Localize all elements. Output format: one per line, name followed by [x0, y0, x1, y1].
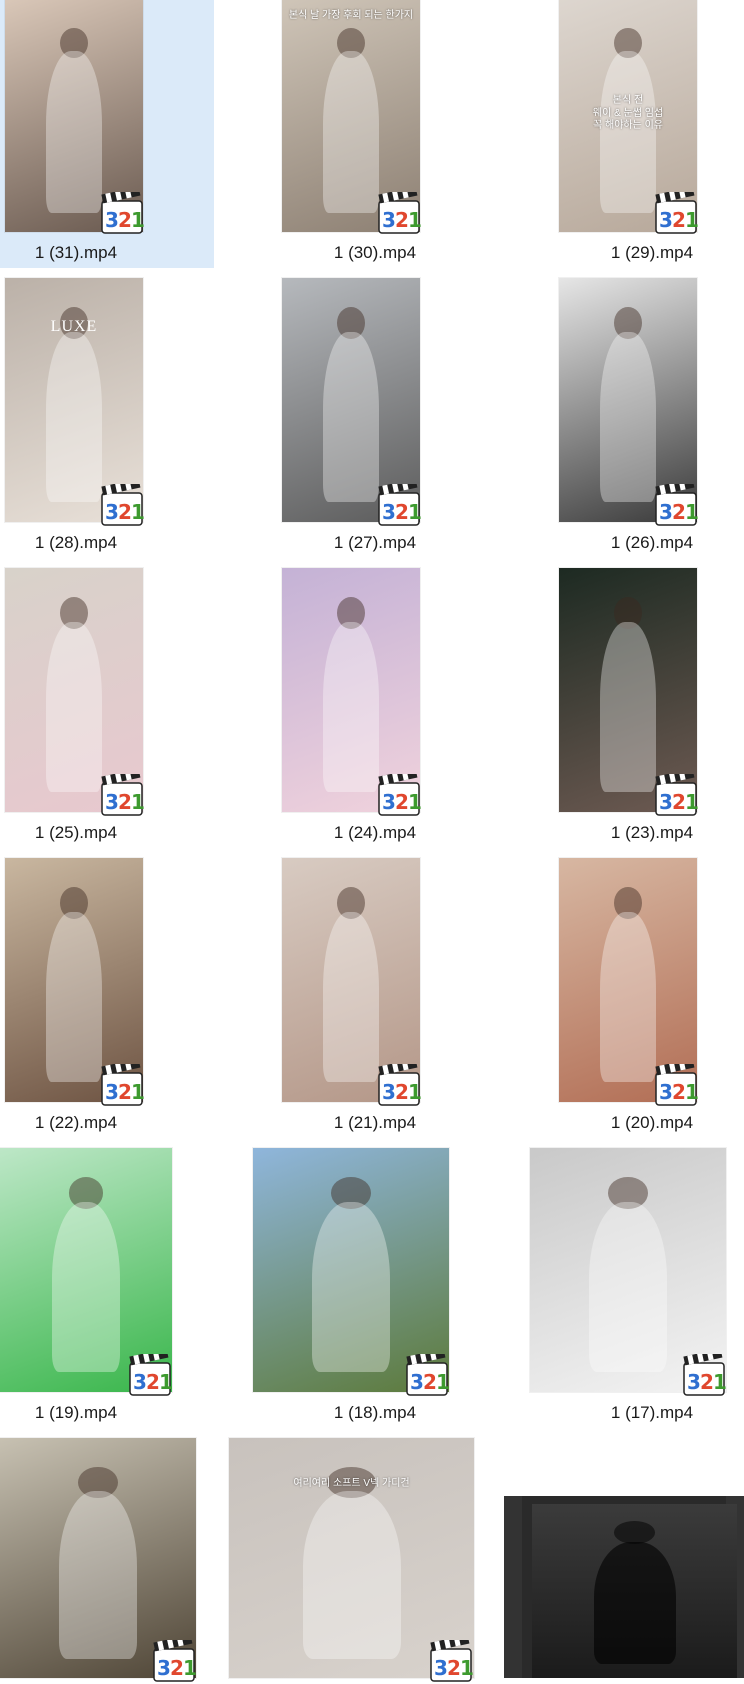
svg-text:1: 1: [685, 500, 699, 524]
svg-text:1: 1: [685, 790, 699, 814]
svg-text:2: 2: [118, 790, 132, 814]
media-player-classic-icon: 3 2 1: [653, 192, 699, 236]
media-player-classic-icon: 3 2 1: [404, 1354, 450, 1398]
svg-text:3: 3: [105, 208, 119, 232]
file-name-label[interactable]: 1 (19).mp4: [0, 1403, 152, 1423]
svg-text:2: 2: [672, 208, 686, 232]
media-player-classic-icon: 3 2 1: [99, 1064, 145, 1108]
svg-text:3: 3: [410, 1370, 424, 1394]
media-player-classic-icon: 3 2 1: [151, 1640, 197, 1684]
file-name-label[interactable]: 1 (18).mp4: [268, 1403, 482, 1423]
svg-text:2: 2: [395, 208, 409, 232]
thumbnail-overlay-text: 본식 전 웨이 & 눈썹 임섭 꼭 해야하는 이유: [592, 95, 664, 131]
file-name-label[interactable]: 1 (28).mp4: [0, 533, 152, 553]
media-player-classic-icon: 3 2 1: [99, 484, 145, 528]
svg-text:3: 3: [382, 790, 396, 814]
media-player-classic-icon: 3 2 1: [376, 774, 422, 818]
svg-text:2: 2: [672, 500, 686, 524]
svg-text:1: 1: [685, 208, 699, 232]
thumbnail-overlay-text: LUXE: [50, 318, 98, 335]
file-name-label[interactable]: 1 (29).mp4: [545, 243, 744, 263]
svg-text:2: 2: [118, 208, 132, 232]
svg-text:2: 2: [118, 1080, 132, 1104]
film-perforations-left: [504, 1496, 522, 1678]
media-player-classic-icon: 3 2 1: [681, 1354, 727, 1398]
svg-text:2: 2: [118, 500, 132, 524]
svg-text:1: 1: [436, 1370, 450, 1394]
file-name-label[interactable]: 1 (24).mp4: [268, 823, 482, 843]
svg-text:1: 1: [159, 1370, 173, 1394]
svg-text:1: 1: [685, 1080, 699, 1104]
thumbnail-overlay-text: 여리여리 소프트 V넥 가디건: [293, 1478, 410, 1489]
svg-text:3: 3: [434, 1656, 448, 1680]
svg-text:1: 1: [131, 500, 145, 524]
file-name-label[interactable]: 1 (21).mp4: [268, 1113, 482, 1133]
svg-text:2: 2: [395, 1080, 409, 1104]
svg-text:3: 3: [105, 1080, 119, 1104]
file-name-label[interactable]: 1 (25).mp4: [0, 823, 152, 843]
svg-text:3: 3: [382, 1080, 396, 1104]
media-player-classic-icon: 3 2 1: [127, 1354, 173, 1398]
svg-text:3: 3: [105, 790, 119, 814]
svg-text:3: 3: [105, 500, 119, 524]
media-player-classic-icon: 3 2 1: [99, 774, 145, 818]
svg-text:2: 2: [146, 1370, 160, 1394]
media-player-classic-icon: 3 2 1: [653, 774, 699, 818]
svg-text:2: 2: [423, 1370, 437, 1394]
svg-text:1: 1: [408, 208, 422, 232]
file-name-label[interactable]: 1 (20).mp4: [545, 1113, 744, 1133]
file-name-label[interactable]: 1 (26).mp4: [545, 533, 744, 553]
file-name-label[interactable]: 1 (22).mp4: [0, 1113, 152, 1133]
media-player-classic-icon: 3 2 1: [376, 192, 422, 236]
svg-text:3: 3: [382, 208, 396, 232]
file-name-label[interactable]: 1 (17).mp4: [545, 1403, 744, 1423]
svg-text:1: 1: [131, 1080, 145, 1104]
svg-text:2: 2: [447, 1656, 461, 1680]
svg-text:3: 3: [687, 1370, 701, 1394]
file-name-label[interactable]: 1 (27).mp4: [268, 533, 482, 553]
svg-text:1: 1: [460, 1656, 474, 1680]
svg-text:1: 1: [408, 790, 422, 814]
media-player-classic-icon: 3 2 1: [376, 484, 422, 528]
svg-text:3: 3: [659, 1080, 673, 1104]
svg-text:1: 1: [408, 1080, 422, 1104]
svg-text:2: 2: [395, 790, 409, 814]
svg-text:1: 1: [131, 790, 145, 814]
filmstrip-thumbnail[interactable]: [504, 1496, 744, 1678]
svg-text:1: 1: [131, 208, 145, 232]
svg-text:1: 1: [183, 1656, 197, 1680]
svg-text:3: 3: [659, 500, 673, 524]
svg-text:3: 3: [659, 790, 673, 814]
media-player-classic-icon: 3 2 1: [428, 1640, 474, 1684]
svg-text:3: 3: [659, 208, 673, 232]
svg-text:3: 3: [157, 1656, 171, 1680]
media-player-classic-icon: 3 2 1: [653, 1064, 699, 1108]
film-frame: [532, 1504, 737, 1678]
file-name-label[interactable]: 1 (30).mp4: [268, 243, 482, 263]
svg-text:3: 3: [133, 1370, 147, 1394]
thumbnail-overlay-text: 본식 날 가장 후회 되는 한가지: [288, 10, 414, 21]
svg-text:2: 2: [672, 790, 686, 814]
svg-text:3: 3: [382, 500, 396, 524]
media-player-classic-icon: 3 2 1: [376, 1064, 422, 1108]
file-name-label[interactable]: 1 (23).mp4: [545, 823, 744, 843]
svg-text:2: 2: [672, 1080, 686, 1104]
media-player-classic-icon: 3 2 1: [99, 192, 145, 236]
svg-text:2: 2: [170, 1656, 184, 1680]
svg-text:2: 2: [700, 1370, 714, 1394]
media-player-classic-icon: 3 2 1: [653, 484, 699, 528]
file-name-label[interactable]: 1 (31).mp4: [0, 243, 152, 263]
svg-text:1: 1: [408, 500, 422, 524]
svg-text:1: 1: [713, 1370, 727, 1394]
svg-text:2: 2: [395, 500, 409, 524]
